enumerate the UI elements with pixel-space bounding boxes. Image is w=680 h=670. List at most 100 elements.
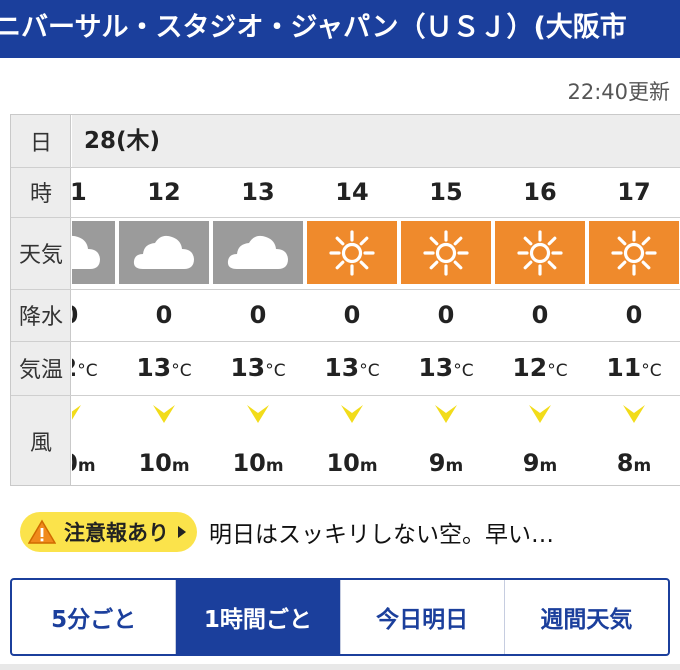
wind-arrow-down-icon	[151, 403, 177, 425]
sunny-icon	[589, 221, 679, 284]
temperature-value: 13°C	[211, 341, 305, 395]
precipitation-value: 0	[625, 301, 643, 329]
alert-summary[interactable]: 明日はスッキリしない空。早い…	[209, 515, 554, 549]
wind-arrow-down-icon	[72, 403, 83, 425]
wind-speed-unit: m	[445, 456, 464, 476]
sunny-icon	[495, 221, 585, 284]
row-labels: 日 時 天気 降水 気温 風	[11, 115, 71, 485]
wind-speed-value: 10m	[117, 441, 211, 485]
tab-5min[interactable]: 5分ごと	[12, 580, 175, 654]
temperature-value: 12°C	[493, 341, 587, 395]
wind-arrow-down-icon	[339, 403, 365, 425]
temperature-number: 13	[324, 353, 360, 382]
sunny-icon	[307, 221, 397, 284]
temperature-number: 13	[136, 353, 172, 382]
divider	[0, 664, 680, 670]
temperature-number: 12	[512, 353, 548, 382]
cloudy-icon	[213, 221, 303, 284]
precipitation-value: 0	[249, 301, 267, 329]
wind-speed-value: 10m	[72, 441, 117, 485]
tab-hourly[interactable]: 1時間ごと	[175, 580, 340, 654]
cloudy-icon	[119, 221, 209, 284]
precipitation-value: 0	[155, 301, 173, 329]
wind-arrow-down-icon	[245, 403, 271, 425]
precipitation-value: 0	[437, 301, 455, 329]
sunny-icon	[401, 221, 491, 284]
label-hour: 時	[29, 182, 52, 207]
wind-speed-unit: m	[77, 456, 96, 476]
precipitation-value: 0	[531, 301, 549, 329]
temperature-unit: °C	[171, 361, 192, 381]
precipitation-value: 0	[343, 301, 361, 329]
tab-weekly[interactable]: 週間天気	[503, 580, 668, 654]
wind-arrow-down-icon	[433, 403, 459, 425]
hourly-forecast-table: 28(木) 日 時 天気 降水 気温 風 11012°C10m12013°C10…	[10, 114, 680, 486]
wind-speed-unit: m	[171, 456, 190, 476]
row-divider	[11, 341, 680, 342]
hour-columns: 11012°C10m12013°C10m13013°C10m14013°C10m…	[72, 115, 680, 485]
temperature-unit: °C	[265, 361, 286, 381]
label-day: 日	[29, 131, 52, 156]
wind-speed-unit: m	[265, 456, 284, 476]
temperature-number: 11	[606, 353, 642, 382]
updated-time: 22:40更新	[567, 80, 670, 104]
title-bar: ニバーサル・スタジオ・ジャパン（ＵＳＪ）(大阪市	[0, 0, 680, 58]
wind-speed-unit: m	[539, 456, 558, 476]
label-wind: 風	[29, 431, 52, 456]
wind-speed-number: 9	[428, 449, 446, 477]
hour-label: 12	[147, 178, 181, 206]
hour-label: 15	[429, 178, 463, 206]
row-divider	[11, 289, 680, 290]
row-divider	[11, 167, 680, 168]
temperature-unit: °C	[641, 361, 662, 381]
tab-today-tomorrow[interactable]: 今日明日	[339, 580, 504, 654]
hour-column: 17 0 11°C 8m	[587, 115, 680, 485]
wind-speed-number: 8	[616, 449, 634, 477]
wind-speed-number: 10	[232, 449, 266, 477]
wind-speed-value: 10m	[305, 441, 399, 485]
temperature-unit: °C	[359, 361, 380, 381]
temperature-unit: °C	[453, 361, 474, 381]
label-precip: 降水	[18, 305, 63, 330]
temperature-value: 13°C	[305, 341, 399, 395]
temperature-value: 13°C	[117, 341, 211, 395]
hour-column: 15 0 13°C 9m	[399, 115, 493, 485]
alert-badge-label: 注意報あり	[64, 521, 169, 545]
alert-row[interactable]: 注意報あり 明日はスッキリしない空。早い…	[20, 510, 554, 554]
wind-arrow-down-icon	[527, 403, 553, 425]
hour-column: 11 012°C 10m	[72, 115, 117, 485]
warning-icon	[28, 519, 56, 544]
forecast-interval-tabs: 5分ごと 1時間ごと 今日明日 週間天気	[10, 578, 670, 656]
wind-speed-value: 8m	[587, 441, 680, 485]
hour-column: 12 0 13°C 10m	[117, 115, 211, 485]
caret-right-icon	[178, 526, 186, 538]
row-divider	[11, 395, 680, 396]
hour-label: 17	[617, 178, 651, 206]
wind-speed-number: 9	[522, 449, 540, 477]
label-temp: 気温	[18, 358, 63, 383]
hour-column: 16 0 12°C 9m	[493, 115, 587, 485]
temperature-number: 13	[418, 353, 454, 382]
wind-speed-unit: m	[633, 456, 652, 476]
wind-speed-value: 9m	[493, 441, 587, 485]
row-divider	[11, 217, 680, 218]
temperature-unit: °C	[547, 361, 568, 381]
hour-label: 14	[335, 178, 369, 206]
temperature-number: 13	[230, 353, 266, 382]
temperature-value: 13°C	[399, 341, 493, 395]
alert-badge[interactable]: 注意報あり	[20, 512, 197, 552]
wind-speed-number: 10	[138, 449, 172, 477]
precipitation-value: 0	[72, 289, 117, 341]
page-title: ニバーサル・スタジオ・ジャパン（ＵＳＪ）(大阪市	[0, 12, 627, 43]
cloudy-icon	[72, 221, 115, 284]
hour-label: 13	[241, 178, 275, 206]
wind-speed-value: 10m	[211, 441, 305, 485]
hour-column: 14 0 13°C 10m	[305, 115, 399, 485]
temperature-value: 11°C	[587, 341, 680, 395]
label-weather: 天気	[18, 243, 63, 268]
wind-speed-unit: m	[359, 456, 378, 476]
wind-arrow-down-icon	[621, 403, 647, 425]
wind-speed-number: 10	[326, 449, 360, 477]
wind-speed-value: 9m	[399, 441, 493, 485]
hour-label: 11	[72, 167, 117, 217]
